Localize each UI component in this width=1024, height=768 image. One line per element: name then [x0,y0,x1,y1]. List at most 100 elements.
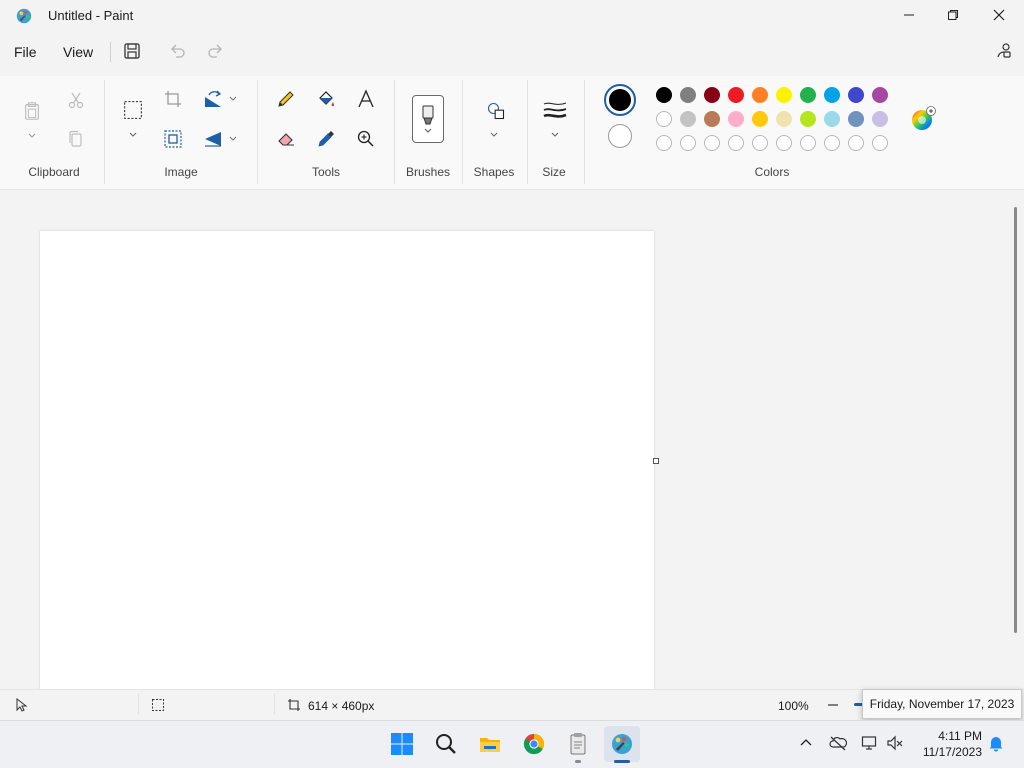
minimize-button[interactable] [886,0,932,30]
notepad-icon [570,733,586,755]
color-swatch[interactable] [752,111,768,127]
group-separator [257,80,258,184]
custom-color-slot[interactable] [824,135,840,151]
color-swatch[interactable] [656,87,672,103]
color-swatch[interactable] [848,111,864,127]
eraser-button[interactable] [275,128,297,150]
color-swatch[interactable] [872,111,888,127]
notification-bell-icon[interactable] [987,734,1005,752]
speaker-muted-icon[interactable] [886,734,904,752]
color-swatch[interactable] [824,87,840,103]
color-swatch[interactable] [704,87,720,103]
color-swatch[interactable] [800,111,816,127]
zoom-out-icon[interactable] [826,698,840,712]
paint-icon [612,734,632,754]
fill-button[interactable] [315,88,337,110]
notepad-button[interactable] [560,726,596,762]
window-title: Untitled - Paint [48,8,134,23]
color-swatch[interactable] [800,87,816,103]
color-swatch[interactable] [656,111,672,127]
copy-button[interactable] [65,128,87,150]
menu-bar: File View [0,34,1024,70]
clock-time[interactable]: 4:11 PM [918,729,982,743]
custom-color-slot[interactable] [752,135,768,151]
shapes-button[interactable] [484,99,508,123]
chevron-down-icon[interactable] [128,131,138,139]
color-swatch[interactable] [728,111,744,127]
undo-icon[interactable] [168,42,186,60]
custom-color-slot[interactable] [848,135,864,151]
brushes-button[interactable] [412,95,444,143]
group-separator [394,80,395,184]
flip-button[interactable] [202,128,224,150]
chevron-down-icon[interactable] [489,131,499,139]
chevron-down-icon[interactable] [228,135,238,143]
pencil-button[interactable] [275,88,297,110]
color-swatch[interactable] [824,111,840,127]
color-swatch[interactable] [680,111,696,127]
custom-color-slot[interactable] [872,135,888,151]
color-swatch[interactable] [752,87,768,103]
chrome-button[interactable] [516,726,552,762]
selection-size-icon [152,699,164,711]
paste-icon [25,102,39,120]
custom-color-slot[interactable] [680,135,696,151]
secondary-color-button[interactable] [608,124,632,148]
custom-color-slot[interactable] [656,135,672,151]
rotate-icon [205,90,222,107]
cut-button[interactable] [65,89,87,111]
canvas-size-label: 614 × 460px [308,699,375,713]
menu-view[interactable]: View [63,44,93,60]
size-button[interactable] [542,99,568,121]
line-size-icon [543,102,567,118]
custom-color-slot[interactable] [800,135,816,151]
color-swatch[interactable] [872,87,888,103]
primary-color-swatch [609,89,631,111]
chevron-down-icon[interactable] [228,95,238,103]
text-button[interactable] [355,88,377,110]
clock-date[interactable]: 11/17/2023 [912,745,982,759]
paste-button[interactable] [21,99,43,123]
magnifier-button[interactable] [355,128,377,150]
paint-button[interactable] [604,726,640,762]
share-icon[interactable] [995,42,1013,60]
zoom-level[interactable]: 100% [778,699,809,713]
chevron-up-icon[interactable] [797,734,815,752]
edit-colors-button[interactable] [910,106,936,132]
redo-icon[interactable] [207,42,225,60]
color-swatch[interactable] [776,87,792,103]
custom-color-slot[interactable] [704,135,720,151]
chevron-down-icon[interactable] [27,132,37,140]
color-swatch[interactable] [728,87,744,103]
color-swatch[interactable] [776,111,792,127]
vertical-scrollbar[interactable] [1014,207,1017,633]
color-swatch[interactable] [848,87,864,103]
color-wheel-icon [912,106,936,130]
file-explorer-button[interactable] [472,726,508,762]
select-button[interactable] [121,98,145,122]
network-icon[interactable] [861,734,879,752]
color-picker-button[interactable] [315,128,337,150]
chevron-down-icon[interactable] [550,131,560,139]
close-button[interactable] [976,0,1022,30]
start-button[interactable] [384,726,420,762]
onedrive-offline-icon[interactable] [829,734,847,752]
rotate-button[interactable] [202,88,224,110]
cursor-position-icon [16,698,28,712]
resize-button[interactable] [162,128,184,150]
minimize-icon [904,14,914,16]
drawing-canvas[interactable] [40,231,654,689]
primary-color-button[interactable] [604,84,636,116]
save-icon[interactable] [123,42,141,60]
custom-color-slot[interactable] [728,135,744,151]
menu-file[interactable]: File [14,44,37,60]
title-bar: Untitled - Paint [0,0,1024,32]
group-separator [527,80,528,184]
color-swatch[interactable] [680,87,696,103]
color-swatch[interactable] [704,111,720,127]
search-button[interactable] [428,726,464,762]
custom-color-slot[interactable] [776,135,792,151]
restore-button[interactable] [930,0,976,30]
crop-button[interactable] [162,88,184,110]
canvas-resize-handle[interactable] [653,458,659,464]
